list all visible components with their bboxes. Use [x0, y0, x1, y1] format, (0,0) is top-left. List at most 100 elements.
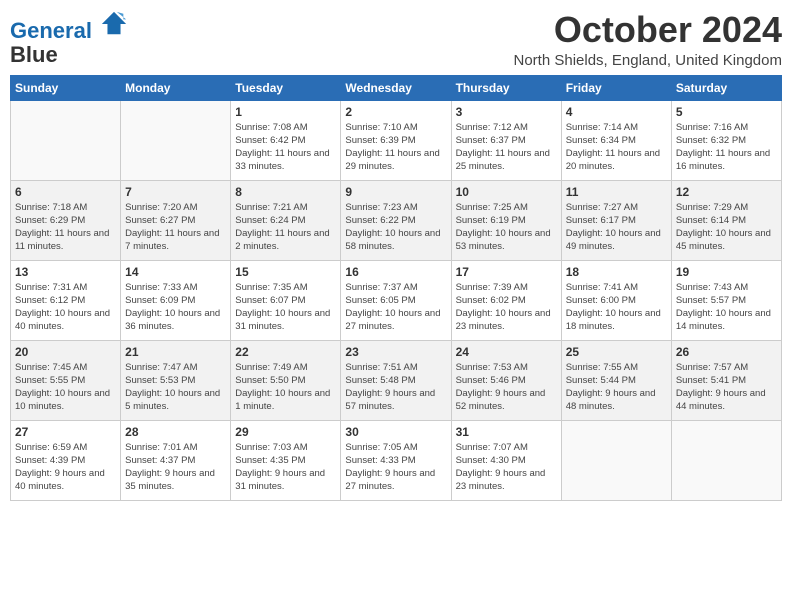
weekday-header-row: SundayMondayTuesdayWednesdayThursdayFrid… — [11, 75, 782, 100]
day-number: 19 — [676, 265, 777, 279]
day-detail: Sunrise: 7:53 AM Sunset: 5:46 PM Dayligh… — [456, 361, 557, 414]
calendar-cell: 24Sunrise: 7:53 AM Sunset: 5:46 PM Dayli… — [451, 340, 561, 420]
day-number: 29 — [235, 425, 336, 439]
calendar-cell: 8 Sunrise: 7:21 AM Sunset: 6:24 PM Daylig… — [231, 180, 341, 260]
day-number: 4 — [566, 105, 667, 119]
calendar-cell: 4Sunrise: 7:14 AM Sunset: 6:34 PM Daylig… — [561, 100, 671, 180]
day-number: 10 — [456, 185, 557, 199]
day-number: 14 — [125, 265, 226, 279]
calendar-cell: 16Sunrise: 7:37 AM Sunset: 6:05 PM Dayli… — [341, 260, 451, 340]
weekday-header-monday: Monday — [121, 75, 231, 100]
weekday-header-friday: Friday — [561, 75, 671, 100]
month-title: October 2024 — [514, 10, 783, 50]
calendar-cell: 2Sunrise: 7:10 AM Sunset: 6:39 PM Daylig… — [341, 100, 451, 180]
calendar-cell — [121, 100, 231, 180]
calendar-cell: 13 Sunrise: 7:31 AM Sunset: 6:12 PM Dayli… — [11, 260, 121, 340]
day-number: 7 — [125, 185, 226, 199]
day-detail: Sunrise: 7:18 AM Sunset: 6:29 PM Dayligh… — [15, 201, 116, 254]
day-number: 27 — [15, 425, 116, 439]
logo-text2: Blue — [10, 43, 128, 67]
calendar-table: SundayMondayTuesdayWednesdayThursdayFrid… — [10, 75, 782, 501]
day-detail: Sunrise: 7:39 AM Sunset: 6:02 PM Dayligh… — [456, 281, 557, 334]
day-number: 30 — [345, 425, 446, 439]
day-detail: Sunrise: 7:03 AM Sunset: 4:35 PM Dayligh… — [235, 441, 336, 494]
week-row-4: 20 Sunrise: 7:45 AM Sunset: 5:55 PM Dayli… — [11, 340, 782, 420]
day-detail: Sunrise: 7:23 AM Sunset: 6:22 PM Dayligh… — [345, 201, 446, 254]
calendar-cell: 26Sunrise: 7:57 AM Sunset: 5:41 PM Dayli… — [671, 340, 781, 420]
day-detail: Sunrise: 7:31 AM Sunset: 6:12 PM Dayligh… — [15, 281, 116, 334]
week-row-5: 27 Sunrise: 6:59 AM Sunset: 4:39 PM Dayli… — [11, 420, 782, 500]
calendar-cell: 19 Sunrise: 7:43 AM Sunset: 5:57 PM Dayli… — [671, 260, 781, 340]
calendar-cell: 9 Sunrise: 7:23 AM Sunset: 6:22 PM Daylig… — [341, 180, 451, 260]
calendar-cell: 1 Sunrise: 7:08 AM Sunset: 6:42 PM Daylig… — [231, 100, 341, 180]
day-number: 11 — [566, 185, 667, 199]
logo-icon — [100, 10, 128, 38]
day-detail: Sunrise: 7:43 AM Sunset: 5:57 PM Dayligh… — [676, 281, 777, 334]
day-detail: Sunrise: 7:45 AM Sunset: 5:55 PM Dayligh… — [15, 361, 116, 414]
calendar-cell: 20 Sunrise: 7:45 AM Sunset: 5:55 PM Dayli… — [11, 340, 121, 420]
location: North Shields, England, United Kingdom — [514, 52, 783, 69]
calendar-cell: 10 Sunrise: 7:25 AM Sunset: 6:19 PM Dayli… — [451, 180, 561, 260]
calendar-cell: 29 Sunrise: 7:03 AM Sunset: 4:35 PM Dayli… — [231, 420, 341, 500]
day-detail: Sunrise: 7:35 AM Sunset: 6:07 PM Dayligh… — [235, 281, 336, 334]
weekday-header-sunday: Sunday — [11, 75, 121, 100]
day-number: 16 — [345, 265, 446, 279]
day-number: 22 — [235, 345, 336, 359]
day-detail: Sunrise: 7:55 AM Sunset: 5:44 PM Dayligh… — [566, 361, 667, 414]
day-detail: Sunrise: 7:16 AM Sunset: 6:32 PM Dayligh… — [676, 121, 777, 174]
day-number: 31 — [456, 425, 557, 439]
calendar-cell: 11 Sunrise: 7:27 AM Sunset: 6:17 PM Dayli… — [561, 180, 671, 260]
day-number: 20 — [15, 345, 116, 359]
day-detail: Sunrise: 7:10 AM Sunset: 6:39 PM Dayligh… — [345, 121, 446, 174]
day-detail: Sunrise: 7:12 AM Sunset: 6:37 PM Dayligh… — [456, 121, 557, 174]
weekday-header-saturday: Saturday — [671, 75, 781, 100]
day-number: 1 — [235, 105, 336, 119]
title-block: October 2024 North Shields, England, Uni… — [514, 10, 783, 69]
day-detail: Sunrise: 7:08 AM Sunset: 6:42 PM Dayligh… — [235, 121, 336, 174]
day-detail: Sunrise: 6:59 AM Sunset: 4:39 PM Dayligh… — [15, 441, 116, 494]
weekday-header-thursday: Thursday — [451, 75, 561, 100]
weekday-header-wednesday: Wednesday — [341, 75, 451, 100]
day-detail: Sunrise: 7:21 AM Sunset: 6:24 PM Dayligh… — [235, 201, 336, 254]
calendar-cell: 14Sunrise: 7:33 AM Sunset: 6:09 PM Dayli… — [121, 260, 231, 340]
week-row-3: 13 Sunrise: 7:31 AM Sunset: 6:12 PM Dayli… — [11, 260, 782, 340]
day-number: 9 — [345, 185, 446, 199]
day-number: 8 — [235, 185, 336, 199]
day-number: 5 — [676, 105, 777, 119]
day-number: 15 — [235, 265, 336, 279]
logo-text: General — [10, 14, 128, 43]
day-number: 13 — [15, 265, 116, 279]
calendar-cell: 30Sunrise: 7:05 AM Sunset: 4:33 PM Dayli… — [341, 420, 451, 500]
calendar-cell: 21 Sunrise: 7:47 AM Sunset: 5:53 PM Dayli… — [121, 340, 231, 420]
calendar-cell — [671, 420, 781, 500]
calendar-cell: 7 Sunrise: 7:20 AM Sunset: 6:27 PM Daylig… — [121, 180, 231, 260]
calendar-cell: 3Sunrise: 7:12 AM Sunset: 6:37 PM Daylig… — [451, 100, 561, 180]
day-number: 12 — [676, 185, 777, 199]
day-number: 21 — [125, 345, 226, 359]
calendar-cell: 15 Sunrise: 7:35 AM Sunset: 6:07 PM Dayli… — [231, 260, 341, 340]
calendar-cell: 28Sunrise: 7:01 AM Sunset: 4:37 PM Dayli… — [121, 420, 231, 500]
week-row-1: 1 Sunrise: 7:08 AM Sunset: 6:42 PM Daylig… — [11, 100, 782, 180]
day-number: 25 — [566, 345, 667, 359]
calendar-cell: 17 Sunrise: 7:39 AM Sunset: 6:02 PM Dayli… — [451, 260, 561, 340]
day-number: 26 — [676, 345, 777, 359]
day-detail: Sunrise: 7:47 AM Sunset: 5:53 PM Dayligh… — [125, 361, 226, 414]
calendar-cell — [561, 420, 671, 500]
day-detail: Sunrise: 7:25 AM Sunset: 6:19 PM Dayligh… — [456, 201, 557, 254]
calendar-cell: 22Sunrise: 7:49 AM Sunset: 5:50 PM Dayli… — [231, 340, 341, 420]
calendar-cell: 23 Sunrise: 7:51 AM Sunset: 5:48 PM Dayli… — [341, 340, 451, 420]
day-detail: Sunrise: 7:01 AM Sunset: 4:37 PM Dayligh… — [125, 441, 226, 494]
calendar-cell: 25 Sunrise: 7:55 AM Sunset: 5:44 PM Dayli… — [561, 340, 671, 420]
day-number: 23 — [345, 345, 446, 359]
calendar-cell: 6 Sunrise: 7:18 AM Sunset: 6:29 PM Daylig… — [11, 180, 121, 260]
logo: General Blue — [10, 14, 128, 67]
calendar-cell: 18Sunrise: 7:41 AM Sunset: 6:00 PM Dayli… — [561, 260, 671, 340]
day-detail: Sunrise: 7:51 AM Sunset: 5:48 PM Dayligh… — [345, 361, 446, 414]
day-number: 17 — [456, 265, 557, 279]
calendar-cell: 5 Sunrise: 7:16 AM Sunset: 6:32 PM Daylig… — [671, 100, 781, 180]
day-number: 6 — [15, 185, 116, 199]
day-detail: Sunrise: 7:27 AM Sunset: 6:17 PM Dayligh… — [566, 201, 667, 254]
calendar-cell — [11, 100, 121, 180]
day-detail: Sunrise: 7:20 AM Sunset: 6:27 PM Dayligh… — [125, 201, 226, 254]
calendar-cell: 31Sunrise: 7:07 AM Sunset: 4:30 PM Dayli… — [451, 420, 561, 500]
